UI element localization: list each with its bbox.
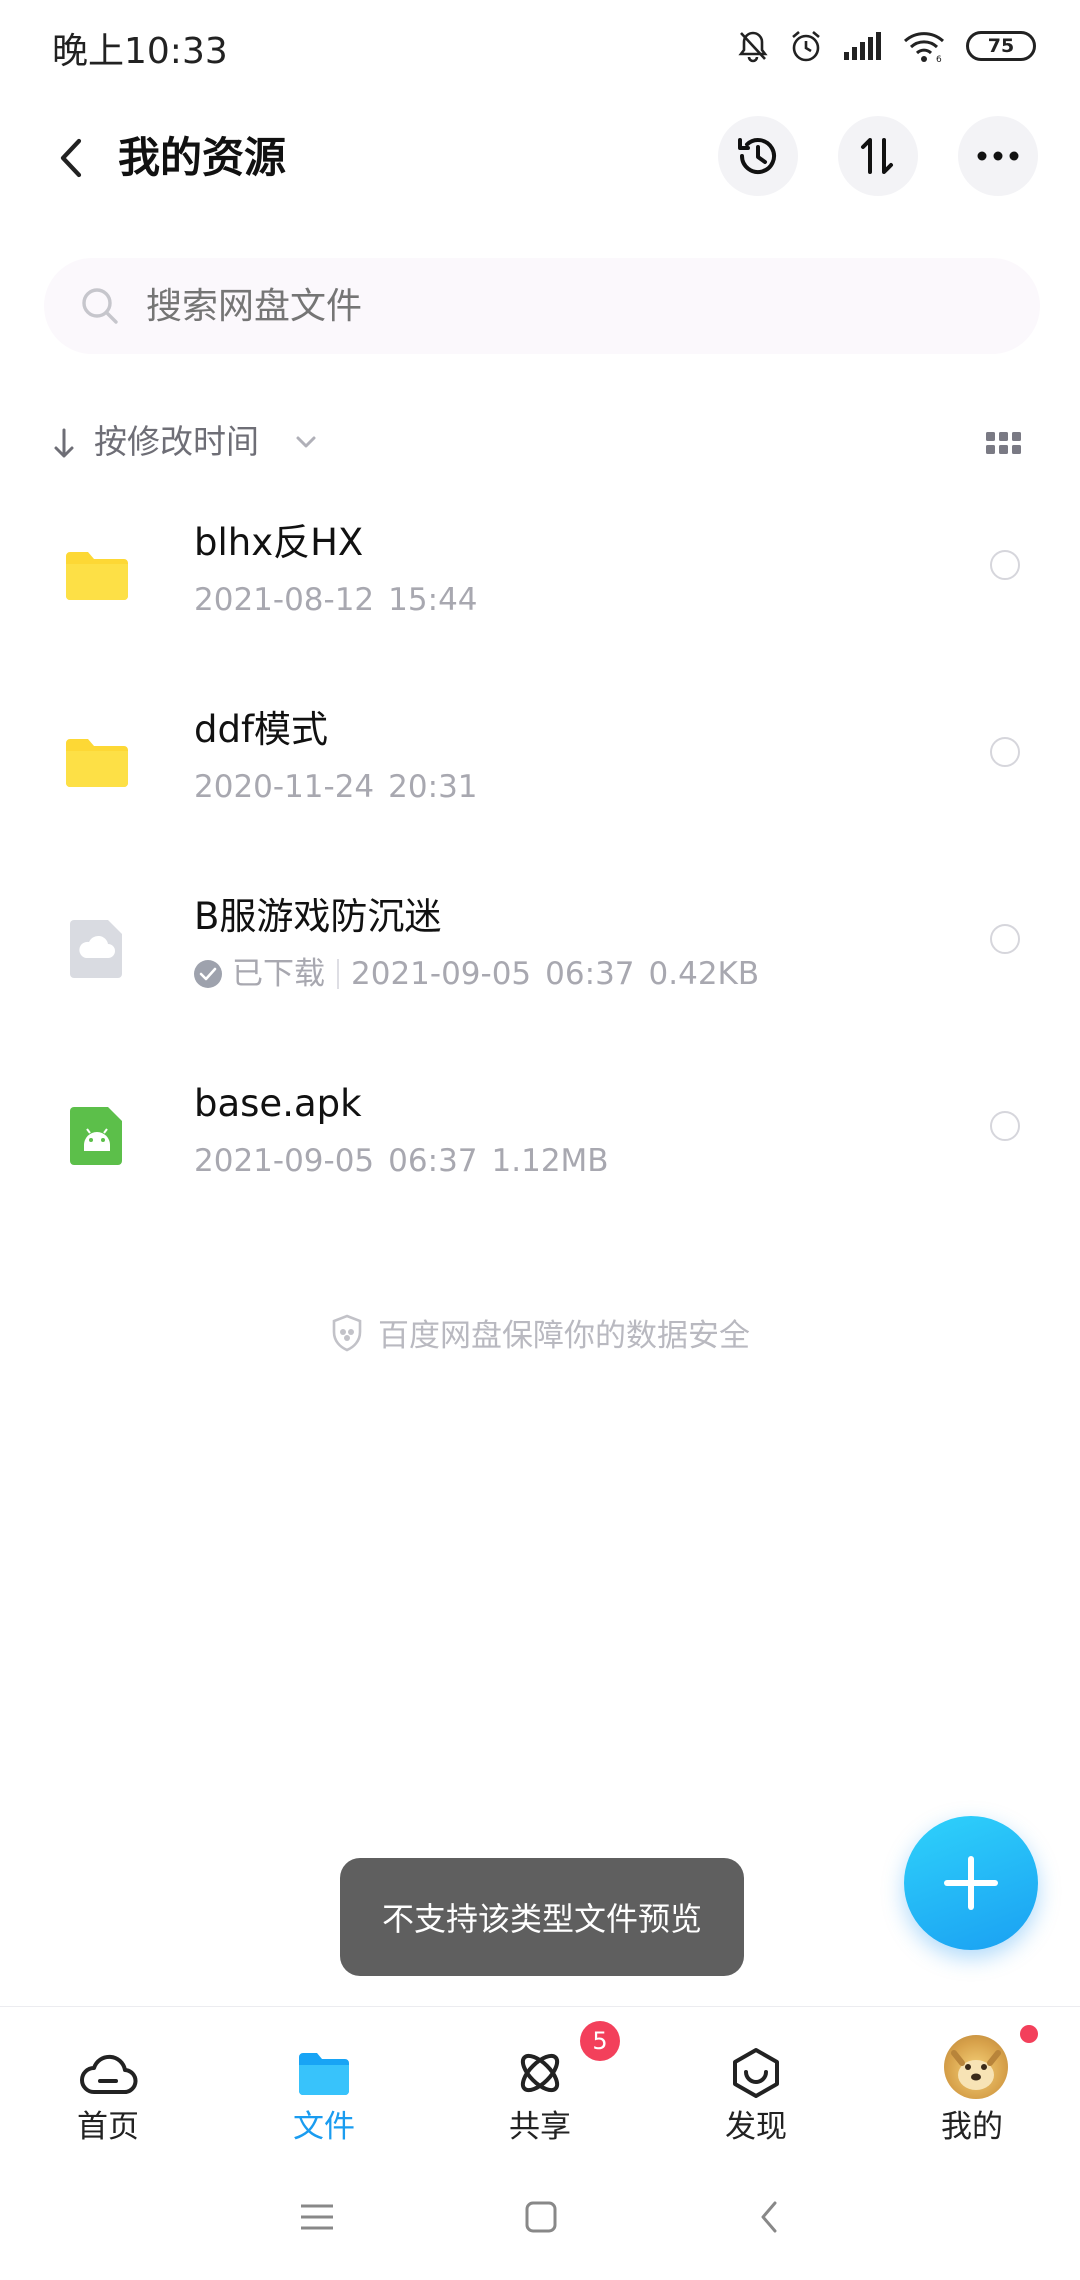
nav-files[interactable]: 文件 [216, 2007, 432, 2153]
wifi-icon: 6 [902, 29, 948, 63]
transfer-icon [861, 138, 893, 174]
file-name: base.apk [194, 1082, 362, 1125]
shield-icon [332, 1314, 362, 1351]
header: 我的资源 [0, 112, 1080, 204]
nav-label: 发现 [725, 2109, 787, 2145]
file-name: ddf模式 [194, 708, 328, 751]
apk-file-icon [70, 1107, 122, 1165]
file-meta: 2021-09-05 06:37 1.12MB [194, 1139, 609, 1183]
file-row[interactable]: base.apk 2021-09-05 06:37 1.12MB [0, 1061, 1080, 1249]
file-size: 0.42KB [648, 956, 760, 992]
folder-icon [66, 739, 128, 787]
search-icon [78, 284, 122, 328]
file-row[interactable]: ddf模式 2020-11-24 20:31 [0, 687, 1080, 875]
chevron-down-icon[interactable] [294, 434, 318, 450]
share-badge: 5 [580, 2021, 620, 2061]
battery-level: 75 [987, 35, 1015, 57]
sort-label[interactable]: 按修改时间 [94, 420, 259, 464]
file-date: 2021-09-05 [194, 1143, 375, 1179]
svg-text:6: 6 [936, 55, 942, 63]
file-name: B服游戏防沉迷 [194, 895, 442, 938]
nav-share[interactable]: 5 共享 [432, 2007, 648, 2153]
battery-icon: 75 [966, 31, 1036, 61]
folder-icon [294, 2043, 354, 2103]
file-time: 06:37 [545, 956, 635, 992]
sort-direction-icon[interactable] [50, 426, 78, 462]
search-bar[interactable] [44, 258, 1040, 354]
nav-label: 文件 [293, 2109, 355, 2145]
history-icon [738, 138, 776, 174]
nav-discover[interactable]: 发现 [648, 2007, 864, 2153]
file-meta: 已下载 2021-09-05 06:37 0.42KB [194, 952, 759, 996]
page-title: 我的资源 [118, 133, 287, 182]
back-arrow-icon [60, 138, 82, 178]
file-size: 1.12MB [491, 1143, 609, 1179]
file-time: 20:31 [388, 769, 478, 805]
share-atom-icon [510, 2043, 570, 2103]
select-radio[interactable] [990, 1111, 1020, 1141]
nav-me[interactable]: 我的 [864, 2007, 1080, 2153]
grid-view-icon[interactable] [984, 426, 1024, 462]
toast: 不支持该类型文件预览 [340, 1858, 744, 1976]
file-name: blhx反HX [194, 521, 364, 564]
nav-label: 我的 [941, 2109, 1003, 2145]
select-radio[interactable] [990, 924, 1020, 954]
plus-icon [944, 1856, 998, 1910]
downloaded-badge: 已下载 [194, 952, 325, 996]
system-back-button[interactable] [744, 2192, 794, 2242]
sort-row: 按修改时间 [0, 412, 1080, 476]
more-icon [977, 151, 1019, 161]
home-square-icon [525, 2201, 557, 2233]
menu-icon [301, 2204, 333, 2230]
avatar-icon [944, 2035, 1008, 2099]
file-date: 2021-08-12 [194, 582, 375, 618]
file-row[interactable]: B服游戏防沉迷 已下载 2021-09-05 06:37 0.42KB [0, 874, 1080, 1062]
meta-divider [337, 959, 339, 989]
file-time: 15:44 [388, 582, 478, 618]
file-date: 2020-11-24 [194, 769, 375, 805]
status-icons: 6 75 [736, 24, 1036, 68]
mute-bell-icon [736, 29, 770, 63]
download-status: 已下载 [232, 956, 325, 992]
cloud-home-icon [78, 2043, 138, 2103]
search-input[interactable] [146, 285, 946, 327]
signal-icon [842, 30, 884, 62]
add-button[interactable] [904, 1816, 1038, 1950]
select-radio[interactable] [990, 550, 1020, 580]
file-meta: 2021-08-12 15:44 [194, 578, 478, 622]
safety-notice: 百度网盘保障你的数据安全 [0, 1310, 1080, 1355]
history-button[interactable] [718, 116, 798, 196]
cloud-file-icon [70, 920, 122, 978]
file-row[interactable]: blhx反HX 2021-08-12 15:44 [0, 500, 1080, 688]
notification-dot [1020, 2025, 1038, 2043]
select-radio[interactable] [990, 737, 1020, 767]
menu-button[interactable] [292, 2192, 342, 2242]
chevron-left-icon [761, 2201, 777, 2233]
back-button[interactable] [40, 126, 104, 190]
system-nav-bar [0, 2152, 1080, 2280]
status-bar: 晚上10:33 6 75 [0, 0, 1080, 92]
check-icon [194, 960, 222, 988]
home-button[interactable] [516, 2192, 566, 2242]
toast-text: 不支持该类型文件预览 [381, 1900, 702, 1938]
transfer-button[interactable] [838, 116, 918, 196]
file-date: 2021-09-05 [351, 956, 532, 992]
nav-home[interactable]: 首页 [0, 2007, 216, 2153]
file-time: 06:37 [388, 1143, 478, 1179]
safety-text: 百度网盘保障你的数据安全 [378, 1318, 750, 1354]
status-time: 晚上10:33 [52, 31, 228, 72]
nav-label: 首页 [77, 2109, 139, 2145]
alarm-icon [788, 28, 824, 64]
nav-label: 共享 [509, 2109, 571, 2145]
folder-icon [66, 552, 128, 600]
more-button[interactable] [958, 116, 1038, 196]
bottom-nav: 首页 文件 5 共享 发现 我的 [0, 2006, 1080, 2152]
discover-icon [726, 2043, 786, 2103]
file-meta: 2020-11-24 20:31 [194, 765, 478, 809]
